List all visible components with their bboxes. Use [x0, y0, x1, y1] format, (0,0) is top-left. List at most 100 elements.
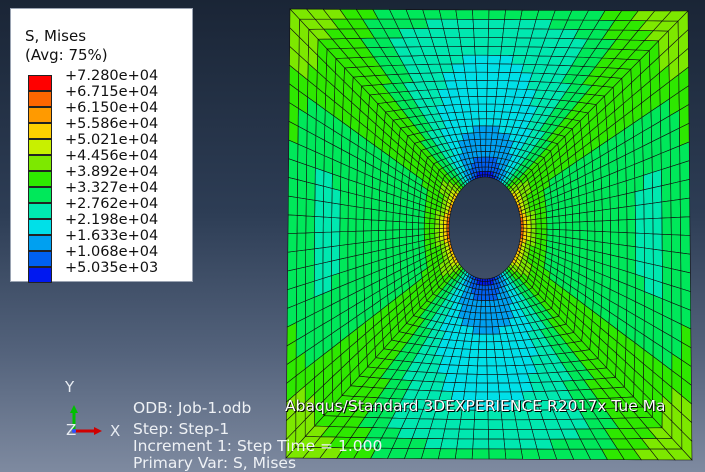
- mesh-element: [495, 365, 508, 375]
- mesh-element: [288, 158, 299, 180]
- mesh-element: [626, 218, 636, 234]
- mesh-element: [478, 111, 487, 120]
- mesh-element: [481, 166, 486, 172]
- mesh-element: [297, 161, 307, 183]
- mesh-element: [586, 200, 595, 213]
- mesh-element: [477, 349, 488, 359]
- mesh-element: [679, 141, 690, 165]
- mesh-element: [503, 356, 516, 367]
- mesh-element: [322, 275, 332, 295]
- mesh-element: [617, 180, 627, 197]
- mesh-element: [418, 228, 425, 236]
- mesh-element: [412, 222, 419, 230]
- mesh-element: [399, 229, 407, 239]
- mesh-element: [486, 80, 499, 89]
- mesh-element: [479, 326, 487, 335]
- mesh-element: [491, 326, 501, 335]
- mesh-element: [502, 28, 519, 39]
- mesh-element: [578, 202, 588, 214]
- mesh-element: [418, 222, 425, 230]
- mesh-element: [363, 230, 372, 243]
- mesh-element: [445, 37, 462, 47]
- mesh-element: [459, 37, 475, 47]
- mesh-element: [661, 166, 672, 187]
- mesh-element: [405, 214, 414, 223]
- mesh-element: [392, 212, 401, 222]
- mesh-element: [652, 248, 663, 267]
- mesh-element: [399, 236, 407, 247]
- mesh-element: [447, 46, 463, 56]
- legend-value-label: +3.892e+04: [65, 164, 159, 180]
- mesh-element: [679, 197, 691, 218]
- mesh-element: [460, 103, 472, 113]
- legend-swatch: [28, 251, 52, 267]
- mesh-element: [455, 80, 468, 90]
- mesh-element: [464, 382, 477, 393]
- mesh-element: [643, 202, 654, 220]
- mesh-element: [565, 221, 574, 231]
- mesh-element: [314, 199, 324, 218]
- mesh-element: [487, 28, 504, 38]
- mesh-element: [486, 103, 496, 112]
- mesh-element: [475, 63, 489, 73]
- mesh-element: [499, 54, 514, 65]
- mesh-element: [305, 280, 315, 302]
- mesh-element: [617, 193, 628, 209]
- mesh-element: [339, 203, 349, 219]
- mesh-element: [305, 215, 316, 234]
- mesh-element: [305, 232, 315, 251]
- legend-subtitle: (Avg: 75%): [25, 46, 108, 64]
- mesh-element: [594, 220, 603, 232]
- mesh-element: [488, 18, 505, 29]
- mesh-element: [643, 233, 654, 250]
- mesh-element: [500, 46, 516, 56]
- mesh-element: [594, 230, 604, 243]
- mesh-element: [481, 289, 486, 296]
- mesh-element: [485, 326, 494, 335]
- mesh-element: [466, 365, 478, 375]
- mesh-element: [661, 250, 672, 270]
- mesh-element: [322, 246, 332, 264]
- legend-value-label: +5.586e+04: [65, 116, 159, 132]
- mesh-element: [643, 172, 653, 191]
- mesh-element: [497, 71, 511, 82]
- mesh-element: [443, 227, 448, 233]
- mesh-element: [474, 46, 489, 56]
- mesh-element: [487, 46, 502, 56]
- mesh-element: [558, 207, 566, 217]
- mesh-element: [564, 205, 573, 216]
- mesh-element: [434, 223, 440, 229]
- mesh-element: [460, 46, 476, 56]
- legend-swatch: [28, 107, 52, 123]
- mesh-element: [579, 221, 588, 232]
- mesh-element: [385, 220, 394, 231]
- mesh-element: [469, 103, 479, 113]
- legend-value-label: +6.150e+04: [65, 100, 159, 116]
- mesh-element: [508, 382, 523, 393]
- mesh-element: [458, 28, 475, 38]
- legend-swatch: [28, 171, 52, 187]
- mesh-element: [594, 209, 603, 222]
- legend-value-label: +1.633e+04: [65, 228, 159, 244]
- mesh-element: [287, 214, 298, 234]
- mesh-element: [558, 222, 567, 231]
- mesh-element: [465, 80, 478, 89]
- legend-value-label: +5.035e+03: [65, 260, 159, 276]
- mesh-element: [443, 223, 448, 229]
- mesh-element: [635, 232, 645, 249]
- mesh-element: [430, 37, 449, 47]
- mesh-element: [680, 252, 691, 274]
- mesh-element: [498, 63, 513, 73]
- mesh-element: [451, 63, 466, 73]
- mesh-element: [438, 227, 444, 233]
- mesh-element: [439, 63, 455, 73]
- mesh-element: [540, 217, 548, 225]
- mesh-element: [355, 253, 365, 269]
- deformed-mesh-contour[interactable]: [285, 8, 693, 461]
- mesh-element: [486, 349, 496, 359]
- mesh-element: [680, 234, 691, 255]
- mesh-element: [586, 210, 596, 222]
- mesh-element: [558, 214, 567, 224]
- mesh-element: [331, 231, 341, 247]
- mesh-element: [626, 205, 636, 221]
